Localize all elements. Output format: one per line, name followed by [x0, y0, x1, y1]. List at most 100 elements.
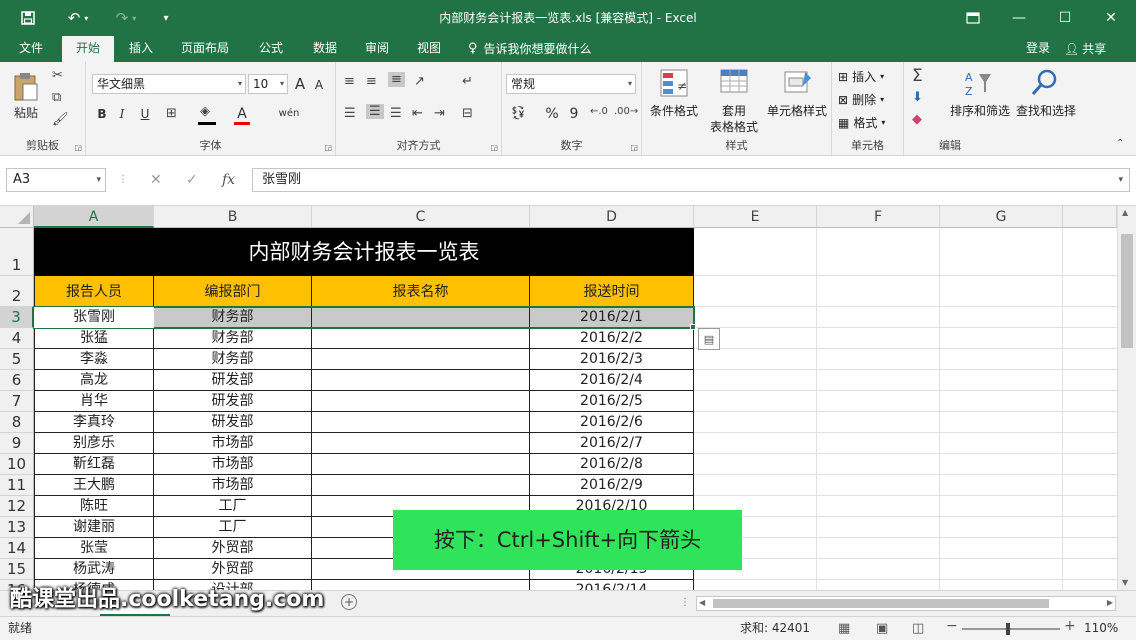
hscroll-thumb[interactable]: [713, 599, 1049, 608]
fill-color-icon[interactable]: ◈: [200, 104, 210, 119]
page-break-view-icon[interactable]: ◫: [912, 621, 924, 636]
ribbon-display-icon[interactable]: [950, 0, 996, 36]
table-cell[interactable]: 财务部: [154, 328, 312, 349]
horizontal-scrollbar[interactable]: ◀ ▶: [696, 596, 1116, 611]
decrease-decimal-icon[interactable]: .00→: [614, 106, 638, 117]
formula-input[interactable]: 张雪刚 ▾: [252, 168, 1130, 192]
column-header-g[interactable]: G: [940, 206, 1063, 228]
scroll-left-icon[interactable]: ◀: [699, 598, 705, 607]
conditional-format-icon[interactable]: ≠: [656, 66, 692, 100]
tab-view[interactable]: 视图: [406, 36, 452, 62]
table-cell[interactable]: 2016/2/1: [530, 307, 694, 328]
header-cell[interactable]: 报表名称: [312, 276, 530, 307]
dialog-launcher-icon[interactable]: ◲: [74, 143, 82, 152]
phonetic-button[interactable]: wén: [272, 102, 306, 124]
format-table-label-1[interactable]: 套用: [702, 102, 766, 119]
find-select-label[interactable]: 查找和选择: [1008, 102, 1084, 119]
dialog-launcher-icon[interactable]: ◲: [490, 143, 498, 152]
column-header-a[interactable]: A: [34, 206, 154, 228]
table-cell[interactable]: 研发部: [154, 412, 312, 433]
table-cell[interactable]: 2016/2/3: [530, 349, 694, 370]
row-header[interactable]: 5: [0, 349, 34, 370]
table-cell[interactable]: 张雪刚: [34, 307, 154, 328]
customize-toolbar-icon[interactable]: ▾: [156, 0, 176, 36]
insert-function-icon[interactable]: fx: [222, 168, 235, 192]
table-cell[interactable]: 肖华: [34, 391, 154, 412]
table-cell[interactable]: 财务部: [154, 349, 312, 370]
tab-data[interactable]: 数据: [302, 36, 348, 62]
close-button[interactable]: ✕: [1088, 0, 1134, 36]
align-top-icon[interactable]: ≡: [344, 74, 355, 89]
row-header[interactable]: 13: [0, 517, 34, 538]
table-cell[interactable]: 2016/2/9: [530, 475, 694, 496]
row-header[interactable]: 6: [0, 370, 34, 391]
table-cell[interactable]: 杨武涛: [34, 559, 154, 580]
table-cell[interactable]: 别彦乐: [34, 433, 154, 454]
orientation-icon[interactable]: ↗: [414, 74, 425, 89]
zoom-level[interactable]: 110%: [1084, 617, 1118, 640]
table-cell[interactable]: [312, 433, 530, 454]
table-cell[interactable]: 市场部: [154, 454, 312, 475]
table-cell[interactable]: 2016/2/8: [530, 454, 694, 475]
shrink-font-button[interactable]: A: [312, 76, 326, 94]
table-cell[interactable]: 外贸部: [154, 559, 312, 580]
table-cell[interactable]: 2016/2/7: [530, 433, 694, 454]
table-cell[interactable]: 研发部: [154, 391, 312, 412]
underline-button[interactable]: U: [134, 104, 156, 124]
grow-font-button[interactable]: A: [292, 74, 308, 94]
undo-icon[interactable]: ↶ ▾: [58, 0, 98, 36]
table-cell[interactable]: 谢建丽: [34, 517, 154, 538]
table-cell[interactable]: 张猛: [34, 328, 154, 349]
table-cell[interactable]: [312, 307, 530, 328]
page-layout-view-icon[interactable]: ▣: [876, 621, 888, 636]
increase-decimal-icon[interactable]: ←.0: [590, 106, 608, 117]
table-cell[interactable]: [312, 370, 530, 391]
clear-icon[interactable]: ◆: [912, 112, 922, 127]
copy-icon[interactable]: ⧉: [52, 90, 61, 105]
row-header[interactable]: 7: [0, 391, 34, 412]
cell-styles-label[interactable]: 单元格样式: [762, 102, 832, 119]
save-icon[interactable]: [14, 0, 42, 36]
increase-indent-icon[interactable]: ⇥: [434, 106, 445, 121]
tab-insert[interactable]: 插入: [118, 36, 164, 62]
tab-home[interactable]: 开始: [62, 36, 114, 62]
decrease-indent-icon[interactable]: ⇤: [412, 106, 423, 121]
fill-icon[interactable]: ⬇: [912, 90, 923, 105]
comma-button[interactable]: 9: [566, 104, 582, 124]
tab-file[interactable]: 文件: [6, 36, 56, 62]
merge-center-icon[interactable]: ⊟: [462, 106, 473, 121]
table-cell[interactable]: [312, 391, 530, 412]
find-select-icon[interactable]: [1026, 66, 1062, 100]
scroll-up-icon[interactable]: ▲: [1122, 208, 1128, 217]
sort-filter-label[interactable]: 排序和筛选: [942, 102, 1018, 119]
table-cell[interactable]: 工厂: [154, 496, 312, 517]
table-cell[interactable]: 市场部: [154, 475, 312, 496]
vertical-scrollbar[interactable]: ▲ ▼: [1117, 206, 1136, 590]
cancel-icon[interactable]: ✕: [150, 168, 162, 192]
dialog-launcher-icon[interactable]: ◲: [630, 143, 638, 152]
table-cell[interactable]: 2016/2/14: [530, 580, 694, 590]
scroll-right-icon[interactable]: ▶: [1107, 598, 1113, 607]
row-header[interactable]: 9: [0, 433, 34, 454]
row-header[interactable]: 11: [0, 475, 34, 496]
paste-button[interactable]: 粘贴: [6, 68, 46, 124]
row-header[interactable]: 1: [0, 228, 34, 276]
name-box[interactable]: A3 ▾: [6, 168, 106, 192]
table-cell[interactable]: 高龙: [34, 370, 154, 391]
table-cell[interactable]: [312, 412, 530, 433]
collapse-ribbon-icon[interactable]: ⌃: [1116, 138, 1124, 149]
status-sum[interactable]: 求和: 42401: [740, 617, 810, 640]
fill-handle[interactable]: [690, 324, 696, 330]
minimize-button[interactable]: —: [996, 0, 1042, 36]
header-cell[interactable]: 报告人员: [34, 276, 154, 307]
delete-cells-button[interactable]: ⊠ 删除 ▾: [838, 91, 884, 108]
percent-button[interactable]: %: [544, 104, 560, 124]
split-handle-icon[interactable]: ⋮: [680, 597, 690, 608]
table-cell[interactable]: 李淼: [34, 349, 154, 370]
format-table-label-2[interactable]: 表格格式: [702, 118, 766, 135]
tab-formulas[interactable]: 公式: [248, 36, 294, 62]
row-header[interactable]: 8: [0, 412, 34, 433]
conditional-format-label[interactable]: 条件格式: [644, 102, 704, 119]
redo-icon[interactable]: ↷ ▾: [108, 0, 144, 36]
column-header-f[interactable]: F: [817, 206, 940, 228]
